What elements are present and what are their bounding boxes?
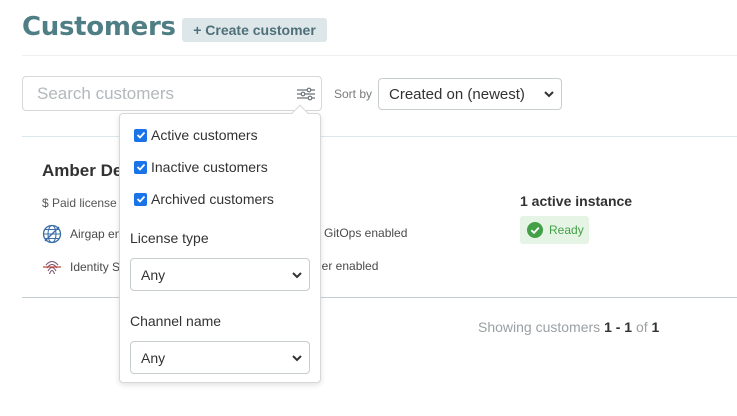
instances-count: 1 active instance xyxy=(520,193,633,209)
chevron-down-icon xyxy=(544,91,554,98)
pagination-range: 1 - 1 xyxy=(604,319,633,335)
sort-select[interactable]: Created on (newest) xyxy=(378,78,562,110)
channel-name-value: Any xyxy=(141,349,166,366)
status-badge[interactable]: Ready xyxy=(520,216,589,244)
license-type-value: Any xyxy=(141,266,166,283)
status-label: Ready xyxy=(549,223,584,237)
chevron-down-icon xyxy=(292,272,302,279)
create-customer-button[interactable]: + Create customer xyxy=(182,18,327,42)
header-divider xyxy=(22,55,737,56)
filter-active-checkbox[interactable]: Active customers xyxy=(134,127,258,143)
filter-active-label: Active customers xyxy=(151,127,258,143)
filter-inactive-label: Inactive customers xyxy=(151,159,268,175)
sliders-icon[interactable] xyxy=(297,87,315,101)
chevron-down-icon xyxy=(292,355,302,362)
identity-feature: Identity S xyxy=(42,257,120,277)
license-type-label: License type xyxy=(130,230,209,246)
provider-label: der enabled xyxy=(315,259,379,273)
airgap-feature: Airgap en xyxy=(42,224,121,244)
search-box xyxy=(22,76,322,111)
search-input[interactable] xyxy=(37,84,287,104)
license-type-text: $ Paid license xyxy=(42,196,117,210)
filter-popover: Active customers Inactive customers Arch… xyxy=(119,104,321,383)
filter-archived-checkbox[interactable]: Archived customers xyxy=(134,191,274,207)
channel-name-select[interactable]: Any xyxy=(130,341,310,374)
channel-name-label: Channel name xyxy=(130,313,222,329)
checkbox-checked-icon[interactable] xyxy=(134,128,147,142)
sort-selected-value: Created on (newest) xyxy=(389,85,525,103)
airgap-label: Airgap en xyxy=(70,227,122,241)
checkbox-checked-icon[interactable] xyxy=(134,160,147,174)
customer-name[interactable]: Amber De xyxy=(42,161,122,181)
pagination-total: 1 xyxy=(651,319,660,335)
sort-label: Sort by xyxy=(334,87,373,101)
page-title: Customers xyxy=(22,12,176,42)
checkbox-checked-icon[interactable] xyxy=(134,192,147,206)
fingerprint-icon xyxy=(43,260,61,275)
gitops-feature: GitOps enabled xyxy=(320,226,407,240)
globe-icon xyxy=(42,224,62,244)
filter-archived-label: Archived customers xyxy=(151,191,274,207)
pagination-of: of xyxy=(635,319,648,335)
license-type-select[interactable]: Any xyxy=(130,258,310,291)
identity-label: Identity S xyxy=(70,260,121,274)
gitops-label: GitOps enabled xyxy=(324,226,408,240)
pagination-summary: Showing customers 1 - 1 of 1 xyxy=(478,319,659,335)
check-circle-icon xyxy=(527,222,543,238)
provider-feature: der enabled xyxy=(315,259,378,273)
filter-inactive-checkbox[interactable]: Inactive customers xyxy=(134,159,268,175)
pagination-prefix: Showing customers xyxy=(478,319,601,335)
